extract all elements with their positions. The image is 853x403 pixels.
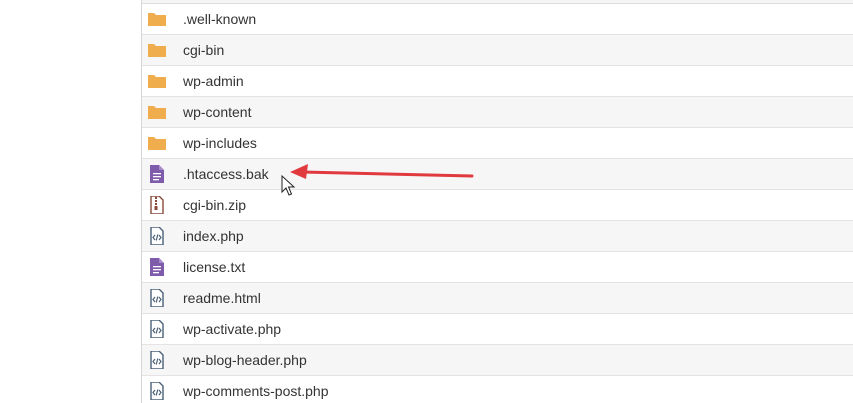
text-file-icon — [147, 258, 167, 276]
file-row[interactable]: .well-known — [142, 4, 853, 35]
file-row[interactable]: cgi-bin.zip — [142, 190, 853, 221]
code-file-icon — [147, 288, 167, 308]
folder-icon — [147, 134, 167, 152]
file-name[interactable]: .well-known — [183, 12, 256, 27]
file-row[interactable]: license.txt — [142, 252, 853, 283]
file-row[interactable]: wp-activate.php — [142, 314, 853, 345]
file-name[interactable]: index.php — [183, 229, 244, 244]
file-row[interactable]: readme.html — [142, 283, 853, 314]
text-file-icon — [147, 165, 167, 183]
file-row[interactable]: wp-blog-header.php — [142, 345, 853, 376]
code-file-icon — [147, 226, 167, 246]
file-row[interactable]: index.php — [142, 221, 853, 252]
file-row[interactable]: .htaccess.bak — [142, 159, 853, 190]
file-name[interactable]: license.txt — [183, 260, 245, 275]
folder-icon — [147, 10, 167, 28]
file-row[interactable]: wp-includes — [142, 128, 853, 159]
file-row[interactable]: cgi-bin — [142, 35, 853, 66]
zip-file-icon — [147, 195, 167, 215]
file-row[interactable]: wp-comments-post.php — [142, 376, 853, 403]
file-name[interactable]: .htaccess.bak — [183, 167, 269, 182]
folder-icon — [147, 72, 167, 90]
file-name[interactable]: cgi-bin — [183, 43, 224, 58]
file-list: .well-known cgi-bin wp-admin wp-content … — [141, 0, 853, 403]
file-name[interactable]: wp-comments-post.php — [183, 384, 329, 399]
code-file-icon — [147, 350, 167, 370]
file-row[interactable]: wp-content — [142, 97, 853, 128]
file-row[interactable]: wp-admin — [142, 66, 853, 97]
left-pane — [0, 0, 142, 403]
code-file-icon — [147, 381, 167, 401]
file-name[interactable]: wp-content — [183, 105, 251, 120]
file-name[interactable]: wp-blog-header.php — [183, 353, 307, 368]
file-name[interactable]: wp-includes — [183, 136, 257, 151]
folder-icon — [147, 103, 167, 121]
code-file-icon — [147, 319, 167, 339]
file-name[interactable]: readme.html — [183, 291, 261, 306]
file-name[interactable]: wp-activate.php — [183, 322, 281, 337]
file-name[interactable]: cgi-bin.zip — [183, 198, 246, 213]
folder-icon — [147, 41, 167, 59]
file-name[interactable]: wp-admin — [183, 74, 244, 89]
